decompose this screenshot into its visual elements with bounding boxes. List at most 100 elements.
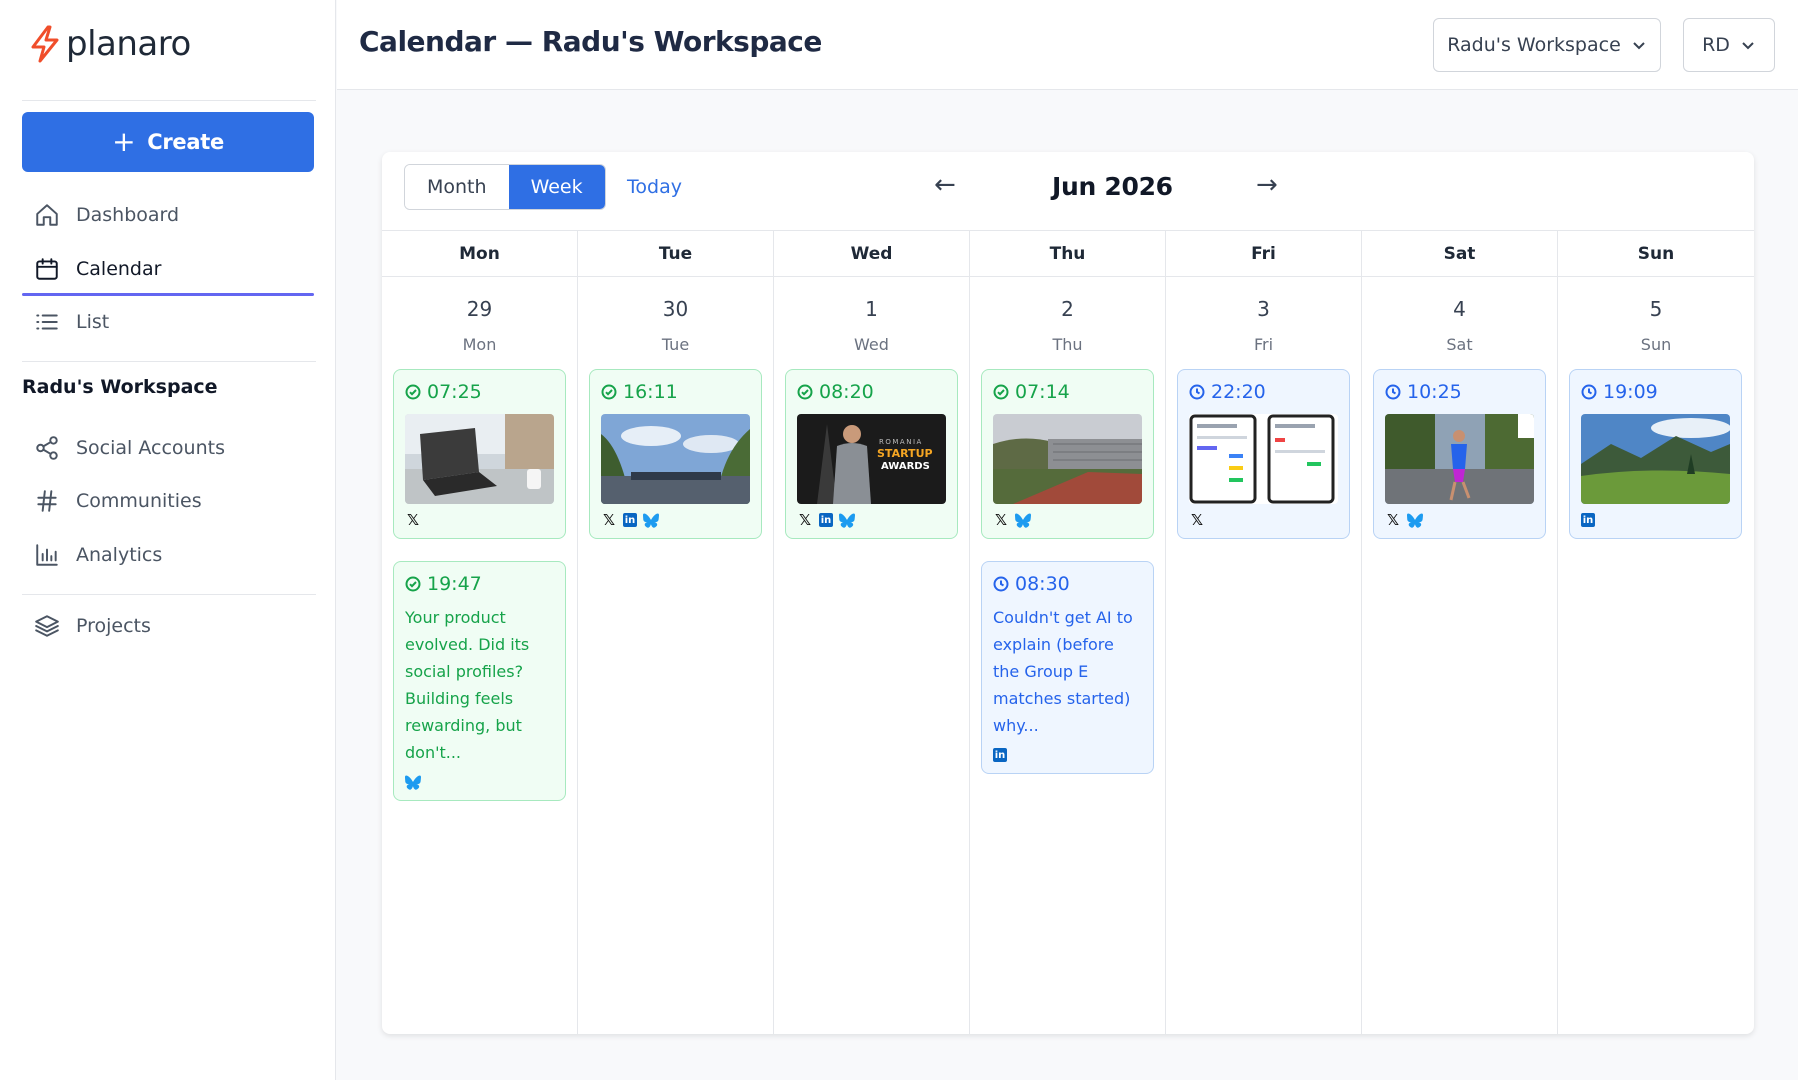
nav-list[interactable]: List [22,297,314,347]
calendar-icon [36,258,58,280]
network-icons: 𝕏 in [797,512,946,528]
next-arrow-icon[interactable]: → [1256,170,1278,200]
x-icon: 𝕏 [602,510,616,529]
nav-label: Calendar [76,258,162,280]
post-time-text: 08:20 [819,381,874,403]
post-card[interactable]: 10:25 𝕏 [1373,369,1546,539]
post-card[interactable]: 19:09 in [1569,369,1742,539]
linkedin-icon: in [819,513,833,527]
day-number: 4 [1453,297,1466,321]
day-header: Thu [970,231,1165,277]
post-card[interactable]: 08:20 ROMANIA STARTUP AWARDS 𝕏 in [785,369,958,539]
chevron-down-icon [1742,42,1754,50]
image-text-startup: STARTUP [877,447,933,460]
brand-logo[interactable]: planaro [28,24,191,64]
week-grid: Mon 29 Mon 07:25 𝕏 19:47 Your product ev… [382,230,1754,1034]
image-text-romania: ROMANIA [879,438,923,446]
x-icon: 𝕏 [406,510,420,529]
x-icon: 𝕏 [798,510,812,529]
nav-social-accounts[interactable]: Social Accounts [22,423,314,473]
post-time: 22:20 [1189,380,1338,404]
divider [22,100,316,101]
day-header: Sun [1558,231,1754,277]
nav-calendar[interactable]: Calendar [22,244,314,296]
day-column[interactable]: Sun 5 Sun 19:09 in [1558,231,1754,1034]
bluesky-icon [1015,512,1031,528]
post-card[interactable]: 08:30 Couldn't get AI to explain (before… [981,561,1154,774]
linkedin-icon: in [1581,513,1595,527]
user-initials: RD [1702,34,1730,56]
day-header: Mon [382,231,577,277]
day-column[interactable]: Sat 4 Sat 10:25 𝕏 [1362,231,1558,1034]
day-header: Wed [774,231,969,277]
day-column[interactable]: Mon 29 Mon 07:25 𝕏 19:47 Your product ev… [382,231,578,1034]
create-button[interactable]: + Create [22,112,314,172]
calendar-card: Month Week Today ← Jun 2026 → Mon 29 Mon… [382,152,1754,1034]
divider [22,361,316,362]
post-card[interactable]: 16:11 𝕏 in [589,369,762,539]
day-header: Tue [578,231,773,277]
day-header: Sat [1362,231,1557,277]
post-time-text: 07:25 [427,381,482,403]
post-time: 19:47 [405,572,554,596]
nav-communities[interactable]: Communities [22,476,314,526]
linkedin-icon: in [993,748,1007,762]
post-time-text: 19:47 [427,573,482,595]
x-icon: 𝕏 [1190,510,1204,529]
post-card[interactable]: 22:20 𝕏 [1177,369,1350,539]
post-image [1385,414,1534,504]
list-icon [36,314,58,330]
day-number: 2 [1061,297,1074,321]
view-week-button[interactable]: Week [508,165,605,209]
day-column[interactable]: Fri 3 Fri 22:20 𝕏 [1166,231,1362,1034]
day-column[interactable]: Thu 2 Thu 07:14 𝕏 08:30 Couldn't get AI … [970,231,1166,1034]
check-circle-icon [601,384,617,400]
user-menu[interactable]: RD [1683,18,1775,72]
clock-icon [1385,384,1401,400]
home-icon [36,204,58,226]
nav-label: Analytics [76,544,163,566]
nav-dashboard[interactable]: Dashboard [22,190,314,240]
bluesky-icon [643,512,659,528]
share-icon [36,436,58,460]
view-month-button[interactable]: Month [405,165,509,209]
day-name: Sun [1640,335,1672,354]
day-header: Fri [1166,231,1361,277]
post-time: 07:14 [993,380,1142,404]
post-time-text: 10:25 [1407,381,1462,403]
network-icons: 𝕏 [1189,512,1338,528]
workspace-select[interactable]: Radu's Workspace [1433,18,1661,72]
plus-icon: + [112,125,136,158]
post-card[interactable]: 07:14 𝕏 [981,369,1154,539]
nav-label: Social Accounts [76,437,225,459]
post-time-text: 22:20 [1211,381,1266,403]
post-time-text: 19:09 [1603,381,1658,403]
page-title: Calendar — Radu's Workspace [359,25,822,58]
check-circle-icon [993,384,1009,400]
today-button[interactable]: Today [627,176,682,198]
network-icons [405,774,554,790]
post-card[interactable]: 19:47 Your product evolved. Did its soci… [393,561,566,801]
check-circle-icon [405,384,421,400]
nav-analytics[interactable]: Analytics [22,530,314,580]
network-icons: 𝕏 [1385,512,1534,528]
post-time: 07:25 [405,380,554,404]
post-card[interactable]: 07:25 𝕏 [393,369,566,539]
day-name: Mon [462,335,497,354]
x-icon: 𝕏 [1386,510,1400,529]
bluesky-icon [839,512,855,528]
clock-icon [1581,384,1597,400]
post-time: 08:20 [797,380,946,404]
day-column[interactable]: Tue 30 Tue 16:11 𝕏 in [578,231,774,1034]
day-column[interactable]: Wed 1 Wed 08:20 ROMANIA STARTUP AWARDS 𝕏… [774,231,970,1034]
bluesky-icon [405,774,421,790]
nav-projects[interactable]: Projects [22,601,314,651]
prev-arrow-icon[interactable]: ← [934,170,956,200]
day-number: 1 [865,297,878,321]
post-time: 16:11 [601,380,750,404]
clock-icon [993,576,1009,592]
network-icons: 𝕏 [405,512,554,528]
sidebar: planaro + Create Dashboard Calendar List… [0,0,336,1080]
post-time-text: 07:14 [1015,381,1070,403]
layers-icon [35,615,59,637]
